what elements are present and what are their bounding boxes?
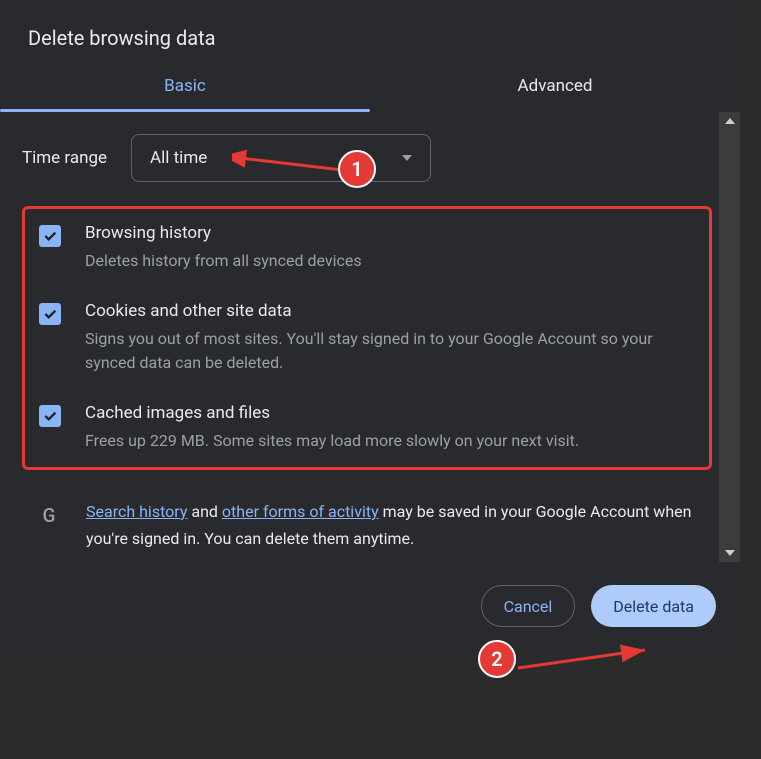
checkbox-browsing-history[interactable]	[39, 225, 61, 247]
time-range-select[interactable]: All time	[131, 134, 431, 182]
time-range-label: Time range	[22, 148, 107, 168]
cancel-button[interactable]: Cancel	[481, 585, 576, 627]
option-text: Browsing history Deletes history from al…	[85, 223, 362, 273]
dialog-footer: Cancel Delete data	[0, 562, 740, 650]
option-cache: Cached images and files Frees up 229 MB.…	[29, 403, 701, 453]
info-text: Search history and other forms of activi…	[86, 498, 706, 548]
background-area	[0, 650, 761, 750]
google-icon: G	[36, 502, 62, 528]
scroll-down-arrow-icon[interactable]	[719, 544, 740, 562]
delete-data-button[interactable]: Delete data	[591, 585, 716, 627]
annotation-highlight-box: Browsing history Deletes history from al…	[22, 206, 712, 470]
tab-label: Advanced	[518, 76, 593, 96]
option-title: Cookies and other site data	[85, 301, 701, 321]
option-browsing-history: Browsing history Deletes history from al…	[29, 223, 701, 273]
button-label: Cancel	[504, 597, 553, 616]
scrollbar[interactable]	[719, 112, 740, 562]
annotation-badge-2: 2	[478, 640, 516, 678]
option-title: Cached images and files	[85, 403, 579, 423]
tab-basic[interactable]: Basic	[0, 60, 370, 112]
checkbox-cookies[interactable]	[39, 303, 61, 325]
option-text: Cookies and other site data Signs you ou…	[85, 301, 701, 375]
check-icon	[42, 228, 58, 244]
search-history-link[interactable]: Search history	[86, 502, 187, 521]
option-desc: Frees up 229 MB. Some sites may load mor…	[85, 429, 579, 453]
option-text: Cached images and files Frees up 229 MB.…	[85, 403, 579, 453]
caret-down-icon	[402, 155, 412, 161]
check-icon	[42, 408, 58, 424]
tab-advanced[interactable]: Advanced	[370, 60, 740, 112]
option-cookies: Cookies and other site data Signs you ou…	[29, 301, 701, 375]
scroll-up-arrow-icon[interactable]	[719, 112, 740, 130]
other-activity-link[interactable]: other forms of activity	[222, 502, 379, 521]
option-desc: Signs you out of most sites. You'll stay…	[85, 327, 701, 375]
scrollbar-thumb[interactable]	[721, 130, 738, 490]
dialog-title: Delete browsing data	[0, 0, 740, 60]
delete-browsing-data-dialog: Delete browsing data Basic Advanced Time…	[0, 0, 740, 650]
annotation-badge-1: 1	[338, 150, 376, 188]
button-label: Delete data	[613, 597, 694, 616]
google-account-info: G Search history and other forms of acti…	[22, 488, 712, 548]
tab-label: Basic	[164, 76, 206, 96]
checkbox-cache[interactable]	[39, 405, 61, 427]
option-title: Browsing history	[85, 223, 362, 243]
check-icon	[42, 306, 58, 322]
option-desc: Deletes history from all synced devices	[85, 249, 362, 273]
info-text-segment: and	[187, 502, 222, 521]
tabs: Basic Advanced	[0, 60, 740, 112]
time-range-value: All time	[150, 148, 207, 168]
